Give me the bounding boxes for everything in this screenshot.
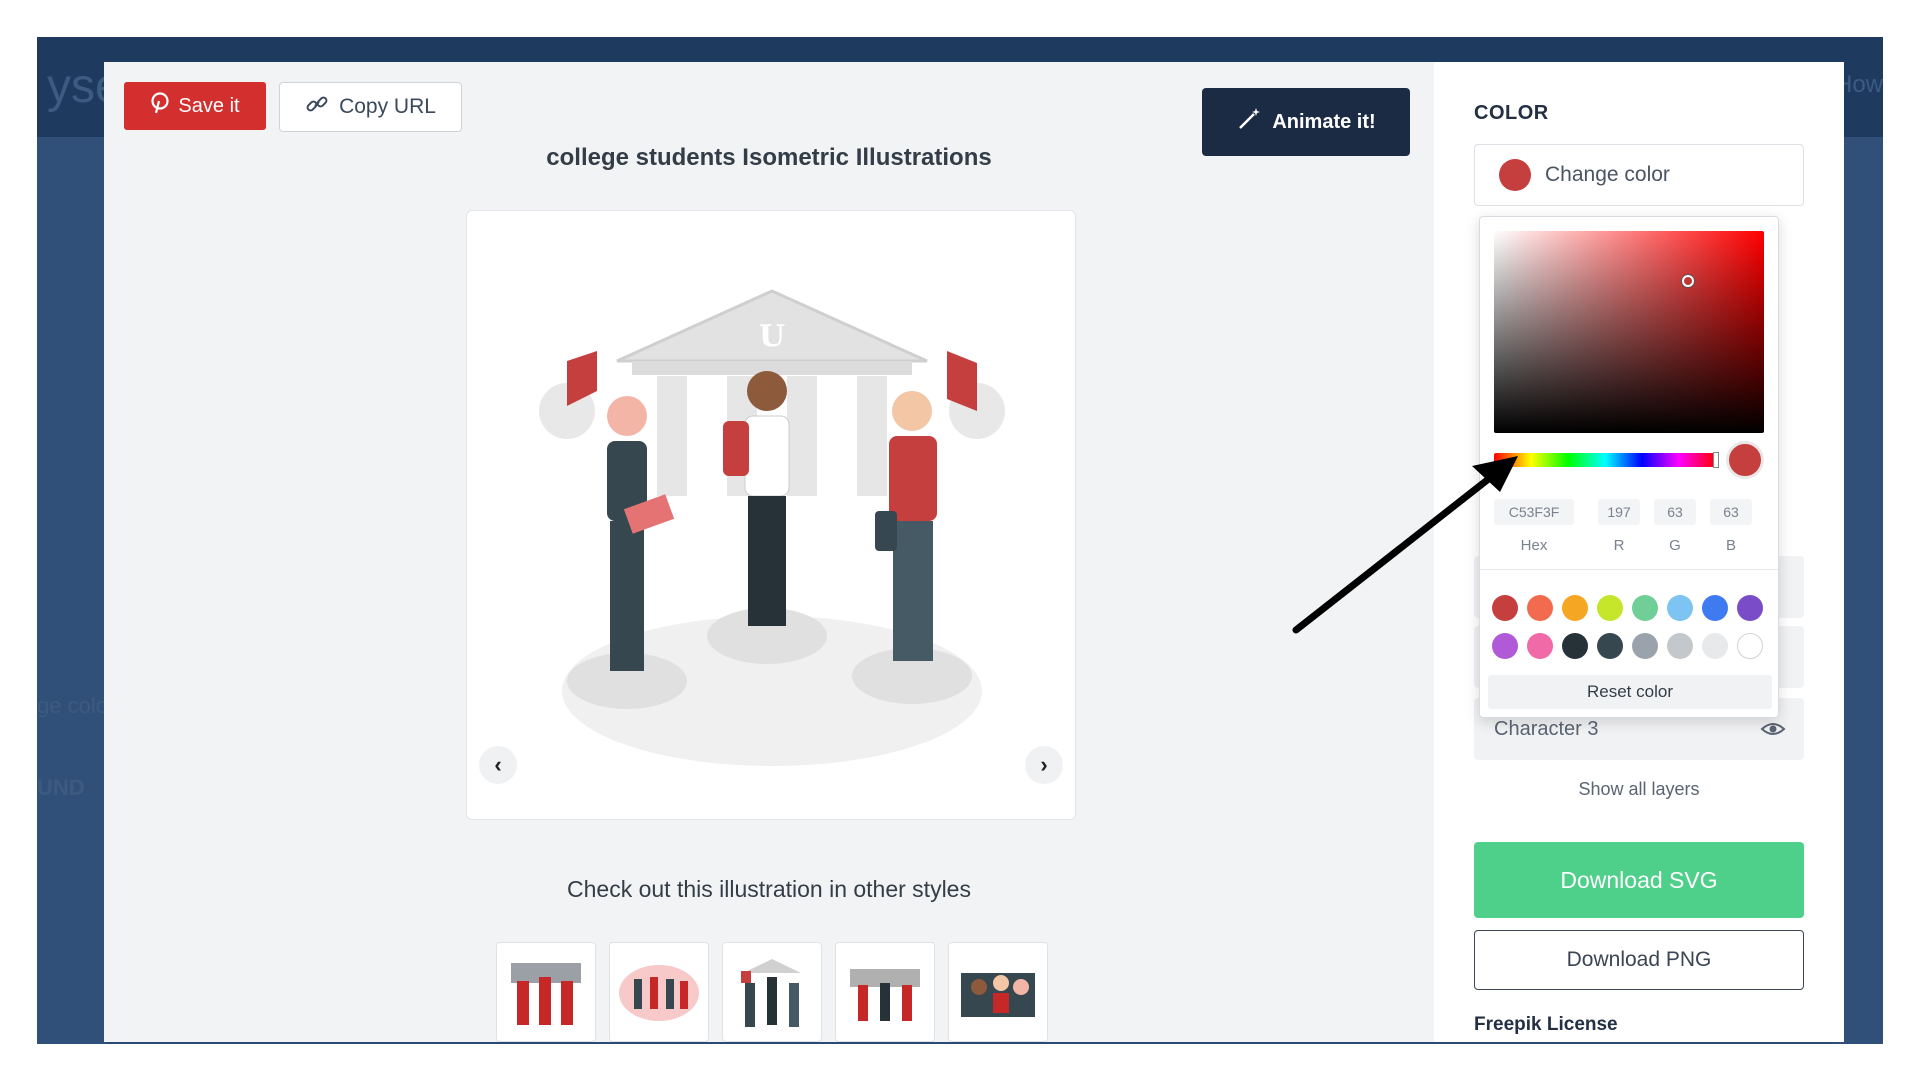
palette-swatch[interactable] <box>1667 595 1693 621</box>
svg-text:U: U <box>759 319 785 354</box>
palette-swatch[interactable] <box>1562 633 1588 659</box>
palette-swatch[interactable] <box>1492 633 1518 659</box>
palette-swatch[interactable] <box>1492 595 1518 621</box>
link-icon <box>305 92 329 122</box>
palette-swatch[interactable] <box>1737 633 1763 659</box>
style-thumbnail-5[interactable] <box>948 942 1048 1042</box>
saturation-value-area[interactable] <box>1494 231 1764 433</box>
palette-swatch[interactable] <box>1597 595 1623 621</box>
preview-area: Save it Copy URL Animate it! college stu… <box>104 62 1434 1042</box>
palette-swatch[interactable] <box>1632 595 1658 621</box>
color-picker-popup: C53F3F 197 63 63 Hex R G B Reset color <box>1479 216 1779 718</box>
copy-url-label: Copy URL <box>339 95 436 118</box>
blue-input[interactable]: 63 <box>1710 499 1752 525</box>
background-sidebar <box>37 137 107 1044</box>
download-png-button[interactable]: Download PNG <box>1474 930 1804 990</box>
hue-slider[interactable] <box>1494 452 1719 468</box>
pinterest-icon <box>150 92 170 120</box>
style-thumbnail-4[interactable] <box>835 942 935 1042</box>
illustration-image: U <box>539 289 1005 766</box>
palette-swatch[interactable] <box>1667 633 1693 659</box>
background-label: ge colo <box>37 693 108 718</box>
page-title: college students Isometric Illustrations <box>546 144 992 171</box>
save-it-button[interactable]: Save it <box>124 82 266 130</box>
saturation-cursor[interactable] <box>1682 275 1694 287</box>
current-color-swatch <box>1499 159 1531 191</box>
style-thumbnail-2[interactable] <box>609 942 709 1042</box>
green-label: G <box>1669 537 1681 554</box>
green-input[interactable]: 63 <box>1654 499 1696 525</box>
palette-swatch[interactable] <box>1702 633 1728 659</box>
palette-swatch[interactable] <box>1632 633 1658 659</box>
illustration-preview: U ‹ › <box>466 210 1076 820</box>
other-styles-heading: Check out this illustration in other sty… <box>567 876 971 902</box>
previous-arrow-button[interactable]: ‹ <box>479 746 517 784</box>
copy-url-button[interactable]: Copy URL <box>279 82 462 132</box>
animate-it-label: Animate it! <box>1272 110 1376 133</box>
change-color-button[interactable]: Change color <box>1474 144 1804 206</box>
divider <box>1480 569 1778 570</box>
palette-swatch[interactable] <box>1527 595 1553 621</box>
hex-input[interactable]: C53F3F <box>1494 499 1574 525</box>
red-input[interactable]: 197 <box>1598 499 1640 525</box>
blue-label: B <box>1725 537 1736 554</box>
palette-swatch[interactable] <box>1597 633 1623 659</box>
red-label: R <box>1613 537 1625 554</box>
style-thumbnail-3[interactable] <box>722 942 822 1042</box>
selected-color-preview <box>1726 441 1764 479</box>
save-it-label: Save it <box>178 94 240 117</box>
next-arrow-button[interactable]: › <box>1025 746 1063 784</box>
change-color-label: Change color <box>1545 163 1670 186</box>
palette-swatch[interactable] <box>1562 595 1588 621</box>
hex-label: Hex <box>1520 537 1548 554</box>
layer-label: Character 3 <box>1494 717 1599 740</box>
palette-swatch[interactable] <box>1527 633 1553 659</box>
reset-color-button[interactable]: Reset color <box>1488 675 1772 709</box>
magic-wand-icon <box>1236 106 1262 138</box>
license-heading: Freepik License <box>1474 1014 1618 1035</box>
show-all-layers-link[interactable]: Show all layers <box>1474 779 1804 800</box>
style-thumbnail-1[interactable] <box>496 942 596 1042</box>
color-heading: COLOR <box>1474 102 1549 124</box>
eye-icon[interactable] <box>1760 716 1786 742</box>
palette-swatch[interactable] <box>1737 595 1763 621</box>
hue-slider-handle[interactable] <box>1713 452 1719 468</box>
download-svg-button[interactable]: Download SVG <box>1474 842 1804 918</box>
background-heading: UND <box>37 775 85 800</box>
palette-swatch[interactable] <box>1702 595 1728 621</box>
